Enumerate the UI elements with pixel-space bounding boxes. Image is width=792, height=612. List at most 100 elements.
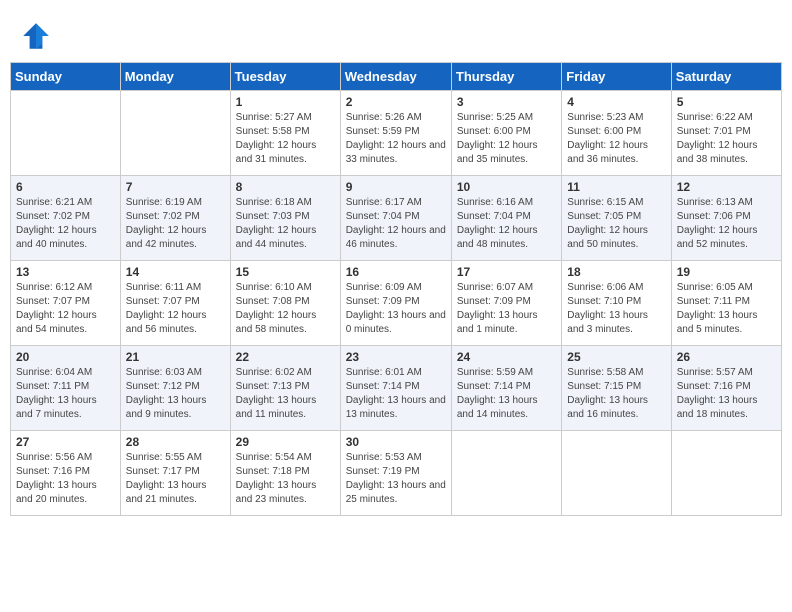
day-info: Sunrise: 5:59 AMSunset: 7:14 PMDaylight:… xyxy=(457,366,556,422)
calendar-table: SundayMondayTuesdayWednesdayThursdayFrid… xyxy=(10,62,782,516)
weekday-header-saturday: Saturday xyxy=(671,63,781,91)
day-info: Sunrise: 5:25 AMSunset: 6:00 PMDaylight:… xyxy=(457,111,556,167)
day-cell xyxy=(11,91,121,176)
week-row-2: 6 Sunrise: 6:21 AMSunset: 7:02 PMDaylight… xyxy=(11,176,782,261)
weekday-header-sunday: Sunday xyxy=(11,63,121,91)
day-cell: 12 Sunrise: 6:13 AMSunset: 7:06 PMDayligh… xyxy=(671,176,781,261)
day-number: 21 xyxy=(126,350,225,364)
day-cell: 11 Sunrise: 6:15 AMSunset: 7:05 PMDayligh… xyxy=(562,176,671,261)
day-info: Sunrise: 6:16 AMSunset: 7:04 PMDaylight:… xyxy=(457,196,556,252)
day-number: 3 xyxy=(457,95,556,109)
day-cell: 13Sunrise: 6:12 AMSunset: 7:07 PMDayligh… xyxy=(11,261,121,346)
logo xyxy=(20,20,54,52)
logo-icon xyxy=(20,20,52,52)
day-cell: 23 Sunrise: 6:01 AMSunset: 7:14 PMDayligh… xyxy=(340,346,451,431)
day-cell: 10Sunrise: 6:16 AMSunset: 7:04 PMDayligh… xyxy=(451,176,561,261)
day-cell: 29 Sunrise: 5:54 AMSunset: 7:18 PMDayligh… xyxy=(230,431,340,516)
day-cell: 17 Sunrise: 6:07 AMSunset: 7:09 PMDayligh… xyxy=(451,261,561,346)
weekday-header-wednesday: Wednesday xyxy=(340,63,451,91)
day-cell: 8 Sunrise: 6:18 AMSunset: 7:03 PMDaylight… xyxy=(230,176,340,261)
day-cell: 30 Sunrise: 5:53 AMSunset: 7:19 PMDayligh… xyxy=(340,431,451,516)
day-number: 18 xyxy=(567,265,665,279)
day-info: Sunrise: 6:17 AMSunset: 7:04 PMDaylight:… xyxy=(346,196,446,252)
day-cell: 21 Sunrise: 6:03 AMSunset: 7:12 PMDayligh… xyxy=(120,346,230,431)
day-cell: 19 Sunrise: 6:05 AMSunset: 7:11 PMDayligh… xyxy=(671,261,781,346)
day-cell: 14 Sunrise: 6:11 AMSunset: 7:07 PMDayligh… xyxy=(120,261,230,346)
day-number: 17 xyxy=(457,265,556,279)
day-number: 20 xyxy=(16,350,115,364)
day-info: Sunrise: 6:03 AMSunset: 7:12 PMDaylight:… xyxy=(126,366,225,422)
day-number: 7 xyxy=(126,180,225,194)
weekday-header-monday: Monday xyxy=(120,63,230,91)
day-number: 11 xyxy=(567,180,665,194)
week-row-5: 27 Sunrise: 5:56 AMSunset: 7:16 PMDayligh… xyxy=(11,431,782,516)
day-number: 5 xyxy=(677,95,776,109)
day-info: Sunrise: 6:15 AMSunset: 7:05 PMDaylight:… xyxy=(567,196,665,252)
day-info: Sunrise: 6:02 AMSunset: 7:13 PMDaylight:… xyxy=(236,366,335,422)
day-cell: 18Sunrise: 6:06 AMSunset: 7:10 PMDayligh… xyxy=(562,261,671,346)
weekday-header-tuesday: Tuesday xyxy=(230,63,340,91)
day-number: 9 xyxy=(346,180,446,194)
day-number: 25 xyxy=(567,350,665,364)
weekday-header-thursday: Thursday xyxy=(451,63,561,91)
day-info: Sunrise: 5:26 AMSunset: 5:59 PMDaylight:… xyxy=(346,111,446,167)
day-number: 13 xyxy=(16,265,115,279)
day-cell xyxy=(120,91,230,176)
day-number: 1 xyxy=(236,95,335,109)
day-info: Sunrise: 5:27 AMSunset: 5:58 PMDaylight:… xyxy=(236,111,335,167)
day-info: Sunrise: 6:10 AMSunset: 7:08 PMDaylight:… xyxy=(236,281,335,337)
day-number: 24 xyxy=(457,350,556,364)
day-cell: 7 Sunrise: 6:19 AMSunset: 7:02 PMDaylight… xyxy=(120,176,230,261)
day-number: 6 xyxy=(16,180,115,194)
day-cell: 4 Sunrise: 5:23 AMSunset: 6:00 PMDaylight… xyxy=(562,91,671,176)
day-number: 30 xyxy=(346,435,446,449)
week-row-3: 13Sunrise: 6:12 AMSunset: 7:07 PMDayligh… xyxy=(11,261,782,346)
day-cell: 20 Sunrise: 6:04 AMSunset: 7:11 PMDayligh… xyxy=(11,346,121,431)
day-info: Sunrise: 6:01 AMSunset: 7:14 PMDaylight:… xyxy=(346,366,446,422)
day-number: 19 xyxy=(677,265,776,279)
day-info: Sunrise: 6:18 AMSunset: 7:03 PMDaylight:… xyxy=(236,196,335,252)
day-number: 23 xyxy=(346,350,446,364)
week-row-1: 1 Sunrise: 5:27 AMSunset: 5:58 PMDaylight… xyxy=(11,91,782,176)
day-cell: 28Sunrise: 5:55 AMSunset: 7:17 PMDayligh… xyxy=(120,431,230,516)
day-info: Sunrise: 5:53 AMSunset: 7:19 PMDaylight:… xyxy=(346,451,446,507)
day-number: 16 xyxy=(346,265,446,279)
day-cell: 25 Sunrise: 5:58 AMSunset: 7:15 PMDayligh… xyxy=(562,346,671,431)
day-number: 12 xyxy=(677,180,776,194)
day-cell: 22Sunrise: 6:02 AMSunset: 7:13 PMDayligh… xyxy=(230,346,340,431)
day-number: 27 xyxy=(16,435,115,449)
day-info: Sunrise: 5:23 AMSunset: 6:00 PMDaylight:… xyxy=(567,111,665,167)
day-info: Sunrise: 6:13 AMSunset: 7:06 PMDaylight:… xyxy=(677,196,776,252)
day-info: Sunrise: 6:11 AMSunset: 7:07 PMDaylight:… xyxy=(126,281,225,337)
day-cell: 2 Sunrise: 5:26 AMSunset: 5:59 PMDaylight… xyxy=(340,91,451,176)
day-number: 2 xyxy=(346,95,446,109)
day-info: Sunrise: 6:07 AMSunset: 7:09 PMDaylight:… xyxy=(457,281,556,337)
day-info: Sunrise: 6:19 AMSunset: 7:02 PMDaylight:… xyxy=(126,196,225,252)
day-number: 8 xyxy=(236,180,335,194)
day-info: Sunrise: 5:54 AMSunset: 7:18 PMDaylight:… xyxy=(236,451,335,507)
day-cell: 15 Sunrise: 6:10 AMSunset: 7:08 PMDayligh… xyxy=(230,261,340,346)
day-info: Sunrise: 5:56 AMSunset: 7:16 PMDaylight:… xyxy=(16,451,115,507)
day-info: Sunrise: 6:09 AMSunset: 7:09 PMDaylight:… xyxy=(346,281,446,337)
weekday-header-friday: Friday xyxy=(562,63,671,91)
day-number: 26 xyxy=(677,350,776,364)
day-info: Sunrise: 6:04 AMSunset: 7:11 PMDaylight:… xyxy=(16,366,115,422)
day-cell: 24 Sunrise: 5:59 AMSunset: 7:14 PMDayligh… xyxy=(451,346,561,431)
day-info: Sunrise: 6:05 AMSunset: 7:11 PMDaylight:… xyxy=(677,281,776,337)
day-number: 29 xyxy=(236,435,335,449)
day-number: 15 xyxy=(236,265,335,279)
day-cell xyxy=(562,431,671,516)
day-info: Sunrise: 5:57 AMSunset: 7:16 PMDaylight:… xyxy=(677,366,776,422)
page-header xyxy=(10,10,782,57)
day-number: 4 xyxy=(567,95,665,109)
day-info: Sunrise: 6:21 AMSunset: 7:02 PMDaylight:… xyxy=(16,196,115,252)
week-row-4: 20 Sunrise: 6:04 AMSunset: 7:11 PMDayligh… xyxy=(11,346,782,431)
day-info: Sunrise: 5:58 AMSunset: 7:15 PMDaylight:… xyxy=(567,366,665,422)
day-cell: 5Sunrise: 6:22 AMSunset: 7:01 PMDaylight… xyxy=(671,91,781,176)
day-cell: 3 Sunrise: 5:25 AMSunset: 6:00 PMDaylight… xyxy=(451,91,561,176)
day-number: 14 xyxy=(126,265,225,279)
day-cell: 9 Sunrise: 6:17 AMSunset: 7:04 PMDaylight… xyxy=(340,176,451,261)
day-cell: 16 Sunrise: 6:09 AMSunset: 7:09 PMDayligh… xyxy=(340,261,451,346)
day-info: Sunrise: 5:55 AMSunset: 7:17 PMDaylight:… xyxy=(126,451,225,507)
day-cell xyxy=(671,431,781,516)
